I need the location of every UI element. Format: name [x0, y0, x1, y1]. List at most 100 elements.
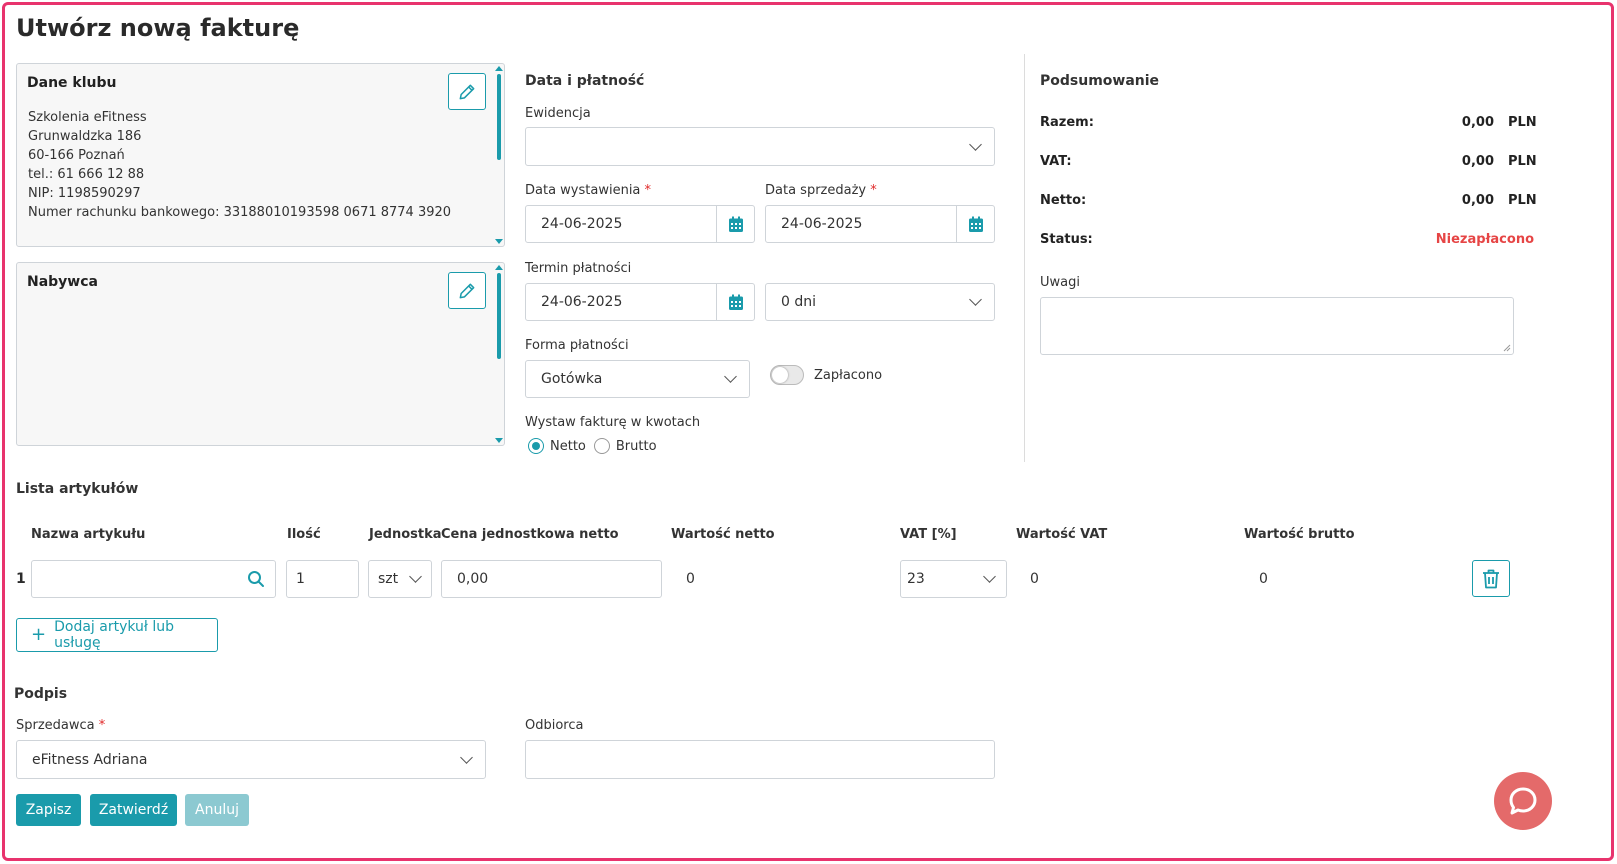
payment-section-title: Data i płatność	[525, 73, 645, 89]
brutto-radio[interactable]	[593, 438, 610, 454]
brutto-radio-label[interactable]: Brutto	[616, 439, 657, 454]
chat-widget-button[interactable]	[1494, 772, 1552, 830]
club-card-scrollbar[interactable]	[494, 64, 504, 246]
notes-textarea[interactable]	[1040, 297, 1514, 355]
required-mark: *	[870, 183, 877, 198]
trash-icon	[1483, 569, 1499, 588]
issue-date-calendar-button[interactable]	[716, 206, 754, 242]
col-header-unit-price: Cena jednostkowa netto	[441, 527, 619, 542]
item-name-input[interactable]	[31, 560, 276, 598]
col-header-unit: Jednostka	[369, 527, 442, 542]
items-title: Lista artykułów	[16, 481, 139, 497]
ewidencja-label: Ewidencja	[525, 106, 591, 121]
summary-title: Podsumowanie	[1040, 73, 1160, 89]
delete-row-button[interactable]	[1472, 560, 1510, 597]
scroll-thumb[interactable]	[497, 74, 501, 160]
amounts-radio-group: Netto Brutto	[528, 438, 657, 454]
col-header-gross-value: Wartość brutto	[1244, 527, 1355, 542]
calendar-icon	[728, 216, 743, 232]
add-item-button[interactable]: + Dodaj artykuł lub usługę	[16, 618, 218, 652]
item-unit-price-input[interactable]: 0,00	[441, 560, 662, 598]
chevron-down-icon	[460, 750, 473, 764]
seller-label: Sprzedawca *	[16, 718, 105, 733]
scroll-down-arrow[interactable]	[495, 438, 503, 443]
due-date-value: 24-06-2025	[541, 294, 623, 310]
netto-radio-label[interactable]: Netto	[550, 439, 586, 454]
receiver-label: Odbiorca	[525, 718, 584, 733]
chevron-down-icon	[969, 293, 982, 306]
scroll-down-arrow[interactable]	[495, 239, 503, 244]
item-vat-value: 23	[907, 571, 925, 587]
vat-label: VAT:	[1040, 154, 1072, 169]
item-qty-input[interactable]: 1	[286, 560, 359, 598]
payment-method-select[interactable]: Gotówka	[525, 360, 750, 398]
col-header-net-value: Wartość netto	[671, 527, 775, 542]
issue-date-label: Data wystawienia *	[525, 183, 651, 198]
pencil-icon	[459, 283, 475, 298]
sale-date-input[interactable]: 24-06-2025	[765, 205, 995, 243]
club-city: 60-166 Poznań	[28, 148, 125, 163]
issue-date-input[interactable]: 24-06-2025	[525, 205, 755, 243]
item-unit-price-value: 0,00	[457, 571, 489, 587]
scroll-up-arrow[interactable]	[495, 265, 503, 270]
total-label: Razem:	[1040, 115, 1094, 130]
paid-toggle[interactable]	[770, 365, 804, 385]
calendar-icon	[968, 216, 983, 232]
scroll-thumb[interactable]	[497, 273, 501, 359]
club-details: Szkolenia eFitness Grunwaldzka 186 60-16…	[28, 108, 451, 222]
club-street: Grunwaldzka 186	[28, 129, 142, 144]
item-gross-value: 0	[1259, 571, 1268, 587]
confirm-button[interactable]: Zatwierdź	[90, 794, 177, 826]
seller-label-text: Sprzedawca	[16, 718, 95, 733]
status-badge: Niezapłacono	[1435, 232, 1534, 247]
buyer-card: Nabywca	[16, 262, 505, 446]
club-name: Szkolenia eFitness	[28, 110, 147, 125]
sale-date-label-text: Data sprzedaży	[765, 183, 867, 198]
receiver-input[interactable]	[525, 740, 995, 779]
scroll-up-arrow[interactable]	[495, 66, 503, 71]
status-label: Status:	[1040, 232, 1093, 247]
payment-method-value: Gotówka	[541, 371, 603, 387]
chevron-down-icon	[409, 570, 422, 583]
seller-select[interactable]: eFitness Adriana	[16, 740, 486, 779]
row-index: 1	[16, 571, 26, 587]
item-vat-amount: 0	[1030, 571, 1039, 587]
item-vat-select[interactable]: 23	[900, 560, 1007, 598]
net-label: Netto:	[1040, 193, 1087, 208]
amounts-label: Wystaw fakturę w kwotach	[525, 415, 701, 430]
cancel-button[interactable]: Anuluj	[185, 794, 249, 826]
sale-date-calendar-button[interactable]	[956, 206, 994, 242]
club-card-title: Dane klubu	[27, 75, 117, 91]
ewidencja-select[interactable]	[525, 127, 995, 166]
toggle-knob	[772, 367, 788, 383]
search-icon[interactable]	[247, 570, 265, 588]
netto-radio[interactable]	[528, 438, 544, 454]
required-mark: *	[644, 183, 652, 198]
plus-icon: +	[31, 624, 47, 645]
required-mark: *	[98, 718, 106, 733]
net-currency: PLN	[1508, 193, 1537, 208]
item-unit-select[interactable]: szt	[368, 560, 432, 598]
page-title: Utwórz nową fakturę	[16, 14, 300, 42]
buyer-card-scrollbar[interactable]	[494, 263, 504, 445]
issue-date-label-text: Data wystawienia	[525, 183, 641, 198]
vat-currency: PLN	[1508, 154, 1537, 169]
chevron-down-icon	[724, 370, 737, 383]
due-date-input[interactable]: 24-06-2025	[525, 283, 755, 321]
club-phone: tel.: 61 666 12 88	[28, 167, 145, 182]
chevron-down-icon	[983, 570, 996, 583]
due-date-calendar-button[interactable]	[716, 284, 754, 320]
column-divider	[1024, 54, 1025, 462]
due-days-select[interactable]: 0 dni	[765, 283, 995, 321]
issue-date-value: 24-06-2025	[541, 216, 623, 232]
save-button[interactable]: Zapisz	[16, 794, 81, 826]
due-date-label: Termin płatności	[525, 261, 632, 276]
edit-buyer-button[interactable]	[448, 272, 486, 309]
notes-label: Uwagi	[1040, 275, 1080, 290]
seller-value: eFitness Adriana	[32, 751, 148, 768]
col-header-qty: Ilość	[287, 527, 321, 542]
resize-handle-icon[interactable]	[1503, 344, 1511, 352]
edit-club-button[interactable]	[448, 73, 486, 110]
paid-label: Zapłacono	[814, 368, 883, 383]
chat-bubble-icon	[1509, 787, 1537, 815]
